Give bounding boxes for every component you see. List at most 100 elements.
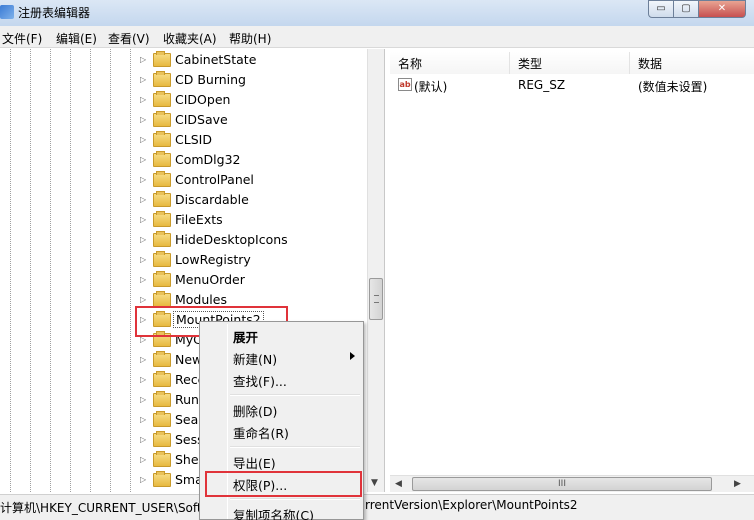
menu-item-label: 复制项名称(C) [233,508,314,520]
menu-item-label: 查找(F)... [233,374,287,389]
close-button[interactable]: ✕ [698,0,746,18]
folder-icon [153,251,171,267]
column-header-type[interactable]: 类型 [510,52,630,74]
menu-separator [230,394,360,396]
expand-arrow-icon[interactable]: ▷ [140,155,148,164]
menu-item-rename[interactable]: 重命名(R) [202,420,361,442]
tree-item-label: Discardable [175,192,249,207]
tree-item[interactable]: ▷ CLSID [140,130,380,150]
menu-item-copy-key-name[interactable]: 复制项名称(C) [202,502,361,520]
folder-icon [153,411,171,427]
tree-item[interactable]: ▷ ComDlg32 [140,150,380,170]
menu-item-delete[interactable]: 删除(D) [202,398,361,420]
tree-scrollbar[interactable]: ▼ [367,49,384,492]
column-header-data[interactable]: 数据 [630,52,754,74]
list-horizontal-scrollbar[interactable]: ◀ III ▶ [390,475,754,492]
expand-arrow-icon[interactable]: ▷ [140,195,148,204]
tree-guide-line [30,49,31,492]
expand-arrow-icon[interactable]: ▷ [140,375,148,384]
expand-arrow-icon[interactable]: ▷ [140,55,148,64]
expand-arrow-icon[interactable]: ▷ [140,135,148,144]
menu-item-find[interactable]: 查找(F)... [202,368,361,390]
tree-item-label: ComDlg32 [175,152,241,167]
tree-guide-line [110,49,111,492]
folder-icon [153,191,171,207]
expand-arrow-icon[interactable]: ▷ [140,275,148,284]
menu-item-label: 重命名(R) [233,426,289,441]
menu-file[interactable]: 文件(F) [2,30,42,47]
menu-item-new[interactable]: 新建(N) [202,346,361,368]
tree-scroll-thumb[interactable] [369,278,383,320]
list-scroll-thumb[interactable]: III [412,477,712,491]
tree-item[interactable]: ▷ Discardable [140,190,380,210]
tree-item-label: Shel [175,452,203,467]
expand-arrow-icon[interactable]: ▷ [140,455,148,464]
expand-arrow-icon[interactable]: ▷ [140,255,148,264]
tree-item[interactable]: ▷ FileExts [140,210,380,230]
tree-item-label: ControlPanel [175,172,254,187]
menu-item-label: 删除(D) [233,404,278,419]
tree-item-label: CLSID [175,132,212,147]
status-path-right: rrentVersion\Explorer\MountPoints2 [365,498,578,512]
tree-item[interactable]: ▷ CIDOpen [140,90,380,110]
tree-item-label: HideDesktopIcons [175,232,288,247]
tree-item-label: LowRegistry [175,252,251,267]
expand-arrow-icon[interactable]: ▷ [140,95,148,104]
tree-item[interactable]: ▷ CD Burning [140,70,380,90]
expand-arrow-icon[interactable]: ▷ [140,395,148,404]
menu-separator [230,446,360,448]
scroll-right-icon[interactable]: ▶ [734,479,741,489]
folder-icon [153,451,171,467]
folder-icon [153,291,171,307]
tree-item[interactable]: ▷ LowRegistry [140,250,380,270]
tree-item-label: CIDOpen [175,92,231,107]
values-list[interactable]: 名称 类型 数据 ab (默认) REG_SZ (数值未设置) [390,49,754,492]
tree-guide-line [130,49,131,492]
tree-item-label: FileExts [175,212,223,227]
menu-item-export[interactable]: 导出(E) [202,450,361,472]
string-value-icon: ab [398,78,412,91]
minimize-button[interactable]: ▭ [648,0,674,18]
tree-item[interactable]: ▷ ControlPanel [140,170,380,190]
tree-item[interactable]: ▷ CIDSave [140,110,380,130]
folder-icon [153,51,171,67]
expand-arrow-icon[interactable]: ▷ [140,215,148,224]
window-title: 注册表编辑器 [18,6,91,20]
expand-arrow-icon[interactable]: ▷ [140,475,148,484]
tree-item[interactable]: ▷ MenuOrder [140,270,380,290]
value-data: (数值未设置) [638,80,708,94]
title-bar: 注册表编辑器 ▭ ▢ ✕ [0,0,754,26]
expand-arrow-icon[interactable]: ▷ [140,415,148,424]
folder-icon [153,111,171,127]
regedit-icon [0,5,14,19]
scroll-left-icon[interactable]: ◀ [395,479,402,489]
expand-arrow-icon[interactable]: ▷ [140,295,148,304]
menu-item-expand[interactable]: 展开 [202,324,361,346]
menu-edit[interactable]: 编辑(E) [56,30,97,47]
menu-item-label: 新建(N) [233,352,278,367]
tree-item-label: CIDSave [175,112,228,127]
expand-arrow-icon[interactable]: ▷ [140,235,148,244]
tree-item-label: CabinetState [175,52,257,67]
tree-item-label: CD Burning [175,72,246,87]
expand-arrow-icon[interactable]: ▷ [140,435,148,444]
maximize-button[interactable]: ▢ [673,0,699,18]
folder-icon [153,91,171,107]
tree-guide-line [50,49,51,492]
tree-item[interactable]: ▷ CabinetState [140,50,380,70]
tree-item[interactable]: ▷ HideDesktopIcons [140,230,380,250]
value-row[interactable]: ab (默认) REG_SZ (数值未设置) [390,76,754,96]
folder-icon [153,131,171,147]
expand-arrow-icon[interactable]: ▷ [140,75,148,84]
menu-help[interactable]: 帮助(H) [229,30,271,47]
expand-arrow-icon[interactable]: ▷ [140,355,148,364]
column-header-name[interactable]: 名称 [390,52,510,74]
menu-view[interactable]: 查看(V) [108,30,150,47]
value-name: (默认) [414,80,448,94]
expand-arrow-icon[interactable]: ▷ [140,175,148,184]
expand-arrow-icon[interactable]: ▷ [140,115,148,124]
tree-guide-line [90,49,91,492]
scroll-down-icon[interactable]: ▼ [371,478,378,488]
folder-icon [153,371,171,387]
menu-favorites[interactable]: 收藏夹(A) [163,30,217,47]
